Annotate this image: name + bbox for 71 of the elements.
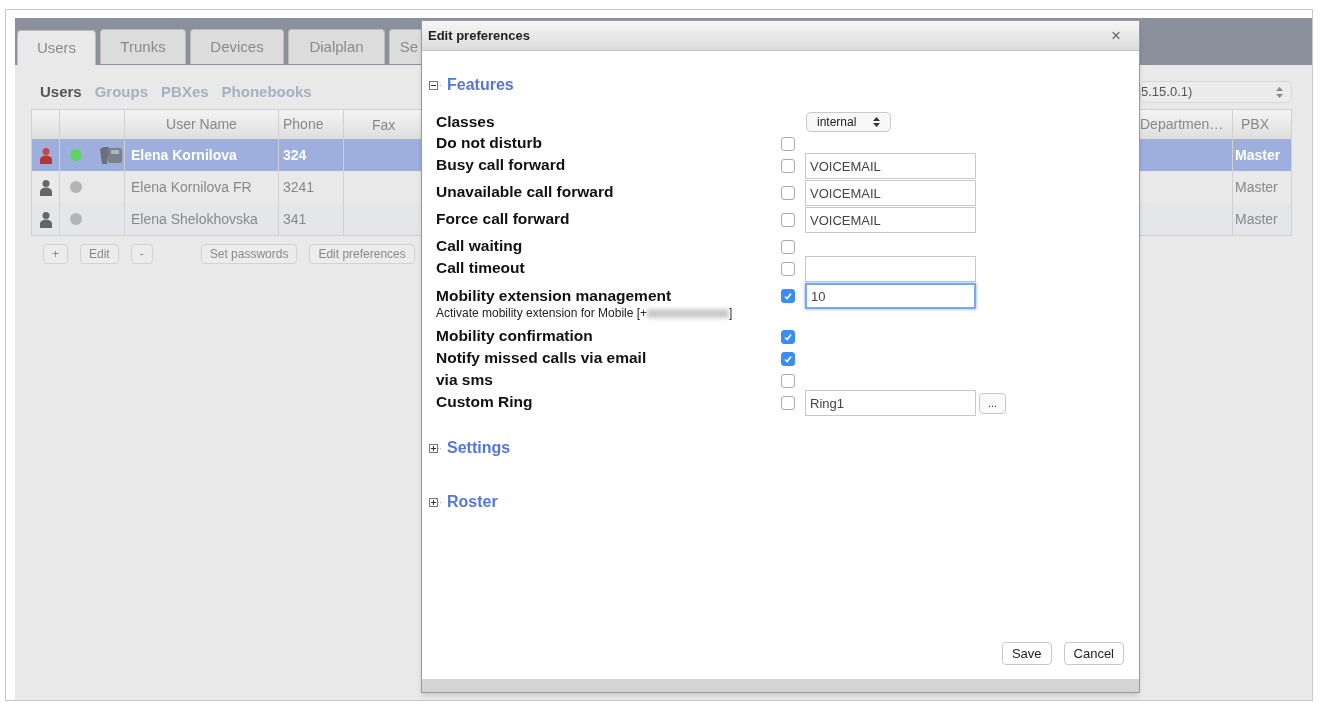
- checkbox[interactable]: [781, 330, 795, 344]
- field-label: Call timeout: [436, 259, 526, 277]
- user-icon: [38, 210, 53, 228]
- field-label: via sms: [436, 371, 494, 389]
- select-value: internal: [817, 114, 857, 131]
- field-label: Notify missed calls via email: [436, 349, 648, 367]
- subnav-link[interactable]: Users: [40, 80, 82, 104]
- field-label: Mobility confirmation: [436, 327, 594, 345]
- field-label: Do not disturb: [436, 134, 543, 152]
- checkbox[interactable]: [781, 289, 795, 303]
- checkbox[interactable]: [781, 186, 795, 200]
- toolbar-button[interactable]: -: [130, 244, 153, 264]
- checkbox[interactable]: [781, 159, 795, 173]
- close-button[interactable]: ×: [1111, 27, 1121, 44]
- input-field[interactable]: Ring1: [805, 390, 976, 416]
- expand-icon[interactable]: [429, 443, 441, 453]
- pbx-select[interactable]: 5.15.0.1): [1140, 81, 1292, 103]
- table-cell: Elena Shelokhovska: [125, 203, 279, 235]
- checkmark-icon: [783, 332, 793, 342]
- toolbar-button[interactable]: Edit: [80, 244, 119, 264]
- collapse-icon[interactable]: [429, 80, 441, 90]
- section-link[interactable]: Roster: [447, 490, 498, 514]
- checkbox[interactable]: [781, 352, 795, 366]
- user-icon: [38, 178, 53, 196]
- field-label: Mobility extension management: [436, 287, 673, 305]
- classes-select[interactable]: internal: [806, 112, 891, 132]
- field-label: Unavailable call forward: [436, 183, 615, 201]
- table-cell-text: Master: [1234, 177, 1279, 197]
- checkbox[interactable]: [781, 262, 795, 276]
- field-note: Activate mobility extension for Mobile [+: [436, 305, 648, 321]
- input-field[interactable]: VOICEMAIL: [805, 180, 976, 206]
- field-label: Call waiting: [436, 237, 524, 255]
- input-field[interactable]: [805, 256, 976, 282]
- toolbar-button[interactable]: Edit preferences: [309, 244, 415, 264]
- user-icon: [38, 146, 53, 164]
- select-arrows-icon: [873, 117, 880, 127]
- table-cell-text: Master: [1234, 145, 1282, 165]
- input-field[interactable]: VOICEMAIL: [805, 153, 976, 179]
- section-link[interactable]: Features: [447, 73, 514, 97]
- section-link[interactable]: Settings: [447, 436, 511, 460]
- checkbox[interactable]: [781, 213, 795, 227]
- dialog-button[interactable]: Cancel: [1063, 642, 1124, 665]
- table-cell: 341: [279, 203, 344, 235]
- tab[interactable]: Devices: [190, 29, 284, 64]
- expand-icon[interactable]: [429, 497, 441, 507]
- input-field[interactable]: VOICEMAIL: [805, 207, 976, 233]
- tab[interactable]: Trunks: [100, 29, 186, 64]
- tab[interactable]: Users: [17, 30, 96, 65]
- field-label: Busy call forward: [436, 156, 567, 174]
- browse-button[interactable]: ...: [979, 392, 1007, 414]
- column-header: Fax: [372, 116, 396, 135]
- checkmark-icon: [783, 354, 793, 364]
- tab[interactable]: Dialplan: [288, 29, 385, 64]
- table-cell-text: Master: [1234, 209, 1279, 229]
- select-arrows-icon: [1276, 86, 1283, 98]
- checkmark-icon: [783, 291, 793, 301]
- column-header: PBX: [1240, 115, 1270, 134]
- input-field[interactable]: 10: [805, 283, 976, 309]
- field-label: Custom Ring: [436, 393, 534, 411]
- select-value: 5.15.0.1): [1141, 83, 1193, 102]
- dialog-title: Edit preferences: [428, 26, 530, 45]
- field-note: ]: [729, 305, 733, 321]
- toolbar-button[interactable]: Set passwords: [200, 244, 298, 264]
- field-label: Classes: [436, 113, 496, 131]
- toolbar-button[interactable]: +: [43, 244, 68, 264]
- checkbox[interactable]: [781, 396, 795, 410]
- checkbox[interactable]: [781, 137, 795, 151]
- checkbox[interactable]: [781, 240, 795, 254]
- checkbox[interactable]: [781, 374, 795, 388]
- dialog-button[interactable]: Save: [1001, 642, 1052, 665]
- field-label: Force call forward: [436, 210, 571, 228]
